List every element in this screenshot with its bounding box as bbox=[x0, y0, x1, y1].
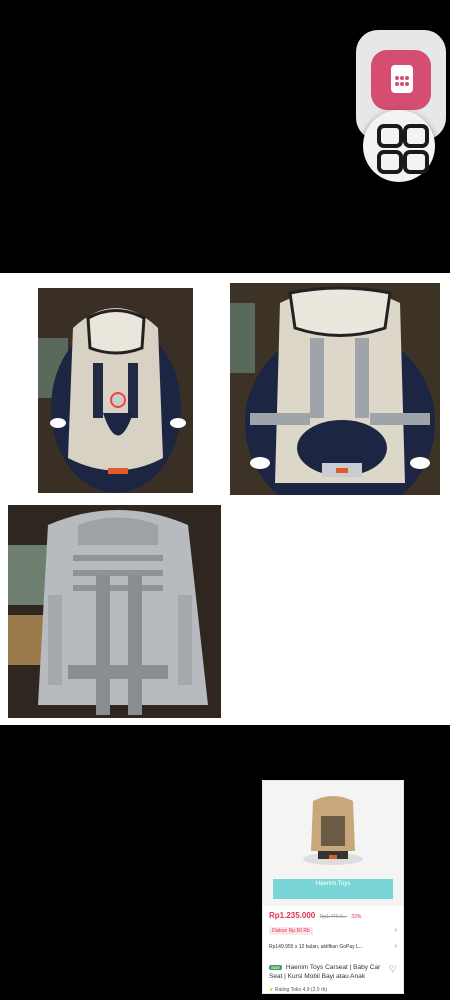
installment-row[interactable]: Rp149.955 x 12 bulan, aktifkan GoPay L..… bbox=[269, 944, 399, 950]
store-rating: ★ Rating Toko 4.9 (2.0 rb) bbox=[269, 987, 327, 993]
rating-text: Rating Toko 4.9 bbox=[274, 987, 310, 993]
image-collage: Haenim Toys Rp1.235.000 Rp1.470.0... 33%… bbox=[0, 273, 450, 994]
rating-count: (2.0 rb) bbox=[310, 987, 328, 993]
product-banner: Haenim Toys bbox=[273, 879, 393, 899]
promo-label[interactable]: Diskon Rp.50 Rb bbox=[269, 927, 313, 935]
sale-tag: Sale bbox=[269, 965, 283, 970]
product-title-text: Haenim Toys Carseat | Baby Car Seat | Ku… bbox=[269, 964, 381, 980]
carseat-photo-front[interactable] bbox=[38, 288, 193, 493]
grid-menu-icon[interactable] bbox=[363, 110, 435, 182]
star-icon: ★ bbox=[269, 987, 274, 993]
chevron-right-icon[interactable]: › bbox=[395, 927, 397, 934]
carseat-photo-closeup[interactable] bbox=[230, 283, 440, 495]
carseat-photo-shell[interactable] bbox=[8, 505, 221, 718]
discount-badge: 33% bbox=[351, 914, 362, 920]
original-price: Rp1.470.0... bbox=[319, 914, 347, 920]
product-title[interactable]: Sale Haenim Toys Carseat | Baby Car Seat… bbox=[269, 963, 387, 981]
installment-text: Rp149.955 x 12 bulan, aktifkan GoPay L..… bbox=[269, 944, 363, 950]
product-card[interactable]: Haenim Toys Rp1.235.000 Rp1.470.0... 33%… bbox=[262, 780, 404, 994]
price: Rp1.235.000 bbox=[269, 911, 316, 920]
price-row: Rp1.235.000 Rp1.470.0... 33% bbox=[269, 911, 399, 923]
app-shortcut-icon bbox=[371, 50, 431, 110]
chevron-right-icon[interactable]: › bbox=[395, 943, 397, 950]
heart-icon[interactable]: ♡ bbox=[389, 964, 397, 975]
